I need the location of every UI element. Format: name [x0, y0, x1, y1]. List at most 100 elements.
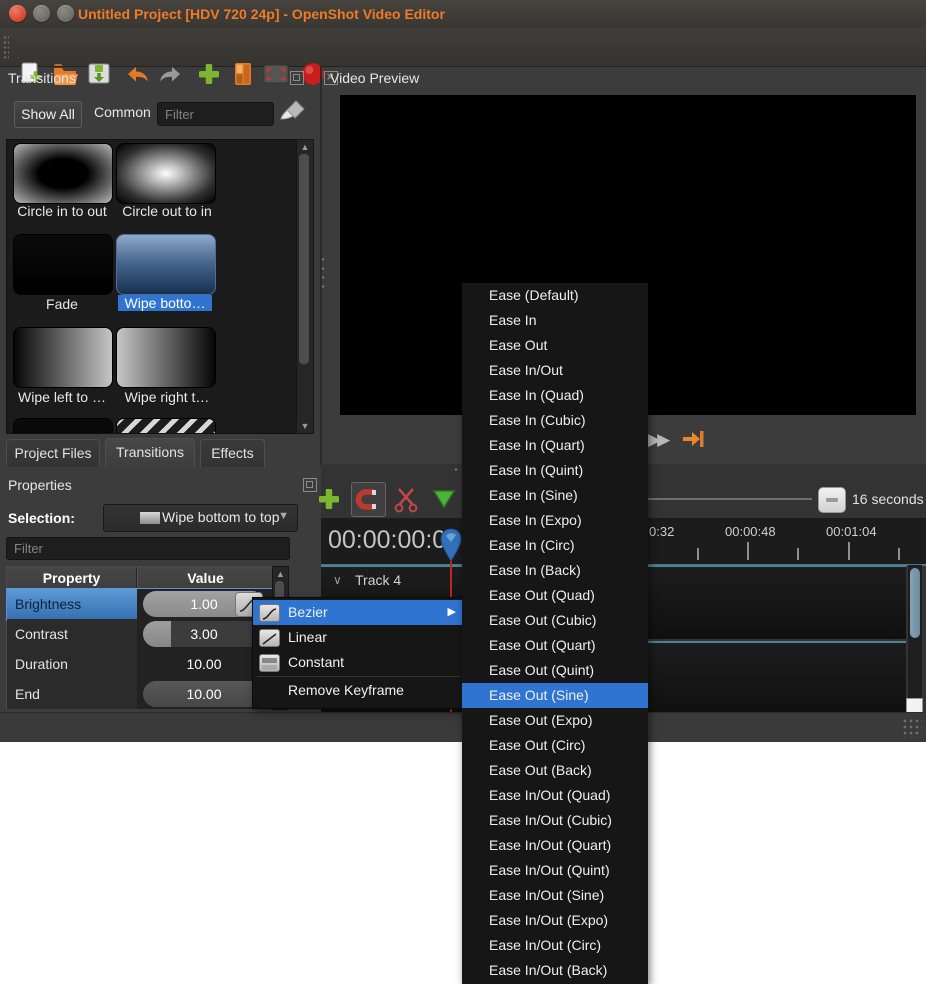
- selection-dropdown[interactable]: Wipe bottom to top ▼: [103, 504, 298, 532]
- fast-forward-icon[interactable]: ▶▶: [648, 430, 666, 450]
- property-column-header[interactable]: Property: [7, 567, 136, 590]
- table-row-duration[interactable]: Duration 10.00: [7, 649, 272, 680]
- properties-filter-input[interactable]: [6, 537, 290, 560]
- menu-item-ease[interactable]: Ease Out (Quart): [462, 633, 648, 658]
- track-collapse-chevron-icon[interactable]: ∨: [333, 573, 342, 587]
- snapping-magnet-button[interactable]: [351, 482, 386, 517]
- transition-label-selected[interactable]: Wipe botto…: [118, 295, 212, 311]
- menu-item-ease[interactable]: Ease In (Quint): [462, 458, 648, 483]
- transition-thumb-circle-in-to-out[interactable]: [13, 143, 113, 204]
- menu-item-constant[interactable]: Constant: [253, 650, 464, 675]
- ruler-tick: [898, 548, 900, 560]
- redo-icon[interactable]: [156, 61, 182, 87]
- menu-item-ease[interactable]: Ease In/Out (Quart): [462, 833, 648, 858]
- menu-item-ease[interactable]: Ease In/Out (Circ): [462, 933, 648, 958]
- import-files-icon[interactable]: [196, 61, 222, 87]
- toolbar-grip[interactable]: [3, 35, 9, 59]
- tab-transitions[interactable]: Transitions: [105, 438, 195, 468]
- menu-item-ease[interactable]: Ease In/Out (Sine): [462, 883, 648, 908]
- menu-item-ease[interactable]: Ease Out (Quad): [462, 583, 648, 608]
- menu-item-ease[interactable]: Ease In (Back): [462, 558, 648, 583]
- value-pill[interactable]: 10.00: [143, 681, 265, 707]
- menu-item-ease[interactable]: Ease In (Sine): [462, 483, 648, 508]
- menu-item-ease[interactable]: Ease (Default): [462, 283, 648, 308]
- playhead-marker[interactable]: [440, 528, 462, 567]
- chevron-down-icon: ▼: [278, 510, 289, 522]
- transition-thumb-partial-hatch[interactable]: [116, 418, 216, 434]
- menu-item-ease[interactable]: Ease Out (Cubic): [462, 608, 648, 633]
- choose-profile-icon[interactable]: [230, 61, 256, 87]
- title-bar[interactable]: Untitled Project [HDV 720 24p] - OpenSho…: [0, 0, 926, 29]
- add-marker-icon[interactable]: [432, 489, 456, 516]
- minimize-window-button[interactable]: [33, 5, 50, 22]
- menu-separator: [257, 676, 460, 677]
- transition-thumb-circle-out-to-in[interactable]: [116, 143, 216, 204]
- menu-item-linear[interactable]: Linear: [253, 625, 464, 650]
- scrollbar-thumb[interactable]: [910, 568, 920, 638]
- menu-item-ease[interactable]: Ease Out (Quint): [462, 658, 648, 683]
- value-column-header[interactable]: Value: [137, 567, 273, 590]
- menu-item-remove-keyframe[interactable]: Remove Keyframe: [253, 678, 464, 703]
- scrollbar-thumb[interactable]: [299, 154, 309, 364]
- resize-grip[interactable]: [902, 718, 922, 738]
- transition-thumb-wipe-right[interactable]: [116, 327, 216, 388]
- menu-item-ease[interactable]: Ease In (Circ): [462, 533, 648, 558]
- transition-label[interactable]: Wipe left to …: [7, 389, 117, 405]
- razor-scissors-icon[interactable]: [393, 485, 421, 518]
- splitter-grip[interactable]: [320, 255, 326, 291]
- menu-item-ease[interactable]: Ease In (Expo): [462, 508, 648, 533]
- undo-icon[interactable]: [124, 61, 150, 87]
- tab-effects[interactable]: Effects: [200, 439, 265, 467]
- transition-thumb-partial[interactable]: [13, 418, 113, 434]
- menu-item-ease[interactable]: Ease Out (Expo): [462, 708, 648, 733]
- menu-item-ease[interactable]: Ease Out: [462, 333, 648, 358]
- menu-item-ease[interactable]: Ease In/Out (Quint): [462, 858, 648, 883]
- scroll-down-icon[interactable]: ▼: [297, 421, 313, 431]
- menu-item-ease[interactable]: Ease In/Out (Back): [462, 958, 648, 983]
- transitions-scrollbar[interactable]: ▲ ▼: [296, 139, 314, 434]
- transition-thumb-fade[interactable]: [13, 234, 113, 295]
- transition-label[interactable]: Circle out to in: [112, 203, 222, 219]
- menu-item-ease[interactable]: Ease In (Quad): [462, 383, 648, 408]
- menu-item-ease[interactable]: Ease Out (Back): [462, 758, 648, 783]
- clear-filter-brush-icon[interactable]: [280, 99, 306, 132]
- scroll-up-icon[interactable]: ▲: [273, 569, 288, 579]
- menu-item-ease[interactable]: Ease In/Out (Expo): [462, 908, 648, 933]
- menu-item-ease[interactable]: Ease In (Quart): [462, 433, 648, 458]
- common-button[interactable]: Common: [94, 104, 151, 120]
- menu-item-ease[interactable]: Ease In/Out (Quad): [462, 783, 648, 808]
- float-panel-icon[interactable]: [303, 478, 317, 492]
- transition-thumb-wipe-bottom-selected[interactable]: [116, 234, 216, 295]
- property-name: Brightness: [7, 589, 146, 619]
- ruler-tick: [797, 548, 799, 560]
- menu-item-ease[interactable]: Ease In/Out: [462, 358, 648, 383]
- transition-label[interactable]: Fade: [7, 296, 117, 312]
- table-row-brightness[interactable]: Brightness 1.00: [7, 589, 272, 620]
- transitions-filter-input[interactable]: [157, 102, 274, 126]
- table-row-end[interactable]: End 10.00: [7, 679, 272, 710]
- float-panel-icon[interactable]: [290, 71, 304, 85]
- menu-item-ease[interactable]: Ease Out (Circ): [462, 733, 648, 758]
- save-project-icon[interactable]: [86, 61, 112, 87]
- window-title: Untitled Project [HDV 720 24p] - OpenSho…: [78, 0, 445, 28]
- close-window-button[interactable]: [9, 5, 26, 22]
- menu-item-bezier[interactable]: Bezier ▶: [253, 600, 464, 625]
- value-text[interactable]: 10.00: [143, 649, 265, 679]
- fullscreen-icon[interactable]: [262, 61, 288, 87]
- show-all-button[interactable]: Show All: [14, 101, 82, 128]
- timeline-scrollbar[interactable]: [908, 565, 922, 712]
- table-row-contrast[interactable]: Contrast 3.00: [7, 619, 272, 650]
- menu-item-ease[interactable]: Ease In/Out (Cubic): [462, 808, 648, 833]
- add-track-icon[interactable]: [317, 487, 341, 516]
- transition-label[interactable]: Circle in to out: [7, 203, 117, 219]
- menu-item-ease-selected[interactable]: Ease Out (Sine): [462, 683, 648, 708]
- menu-item-ease[interactable]: Ease In (Cubic): [462, 408, 648, 433]
- tab-project-files[interactable]: Project Files: [6, 439, 100, 467]
- menu-item-ease[interactable]: Ease In: [462, 308, 648, 333]
- scroll-up-icon[interactable]: ▲: [297, 142, 313, 152]
- zoom-fit-icon[interactable]: [818, 487, 846, 513]
- transition-thumb-wipe-left[interactable]: [13, 327, 113, 388]
- maximize-window-button[interactable]: [57, 5, 74, 22]
- transition-label[interactable]: Wipe right t…: [112, 389, 222, 405]
- jump-to-end-icon[interactable]: [682, 429, 706, 454]
